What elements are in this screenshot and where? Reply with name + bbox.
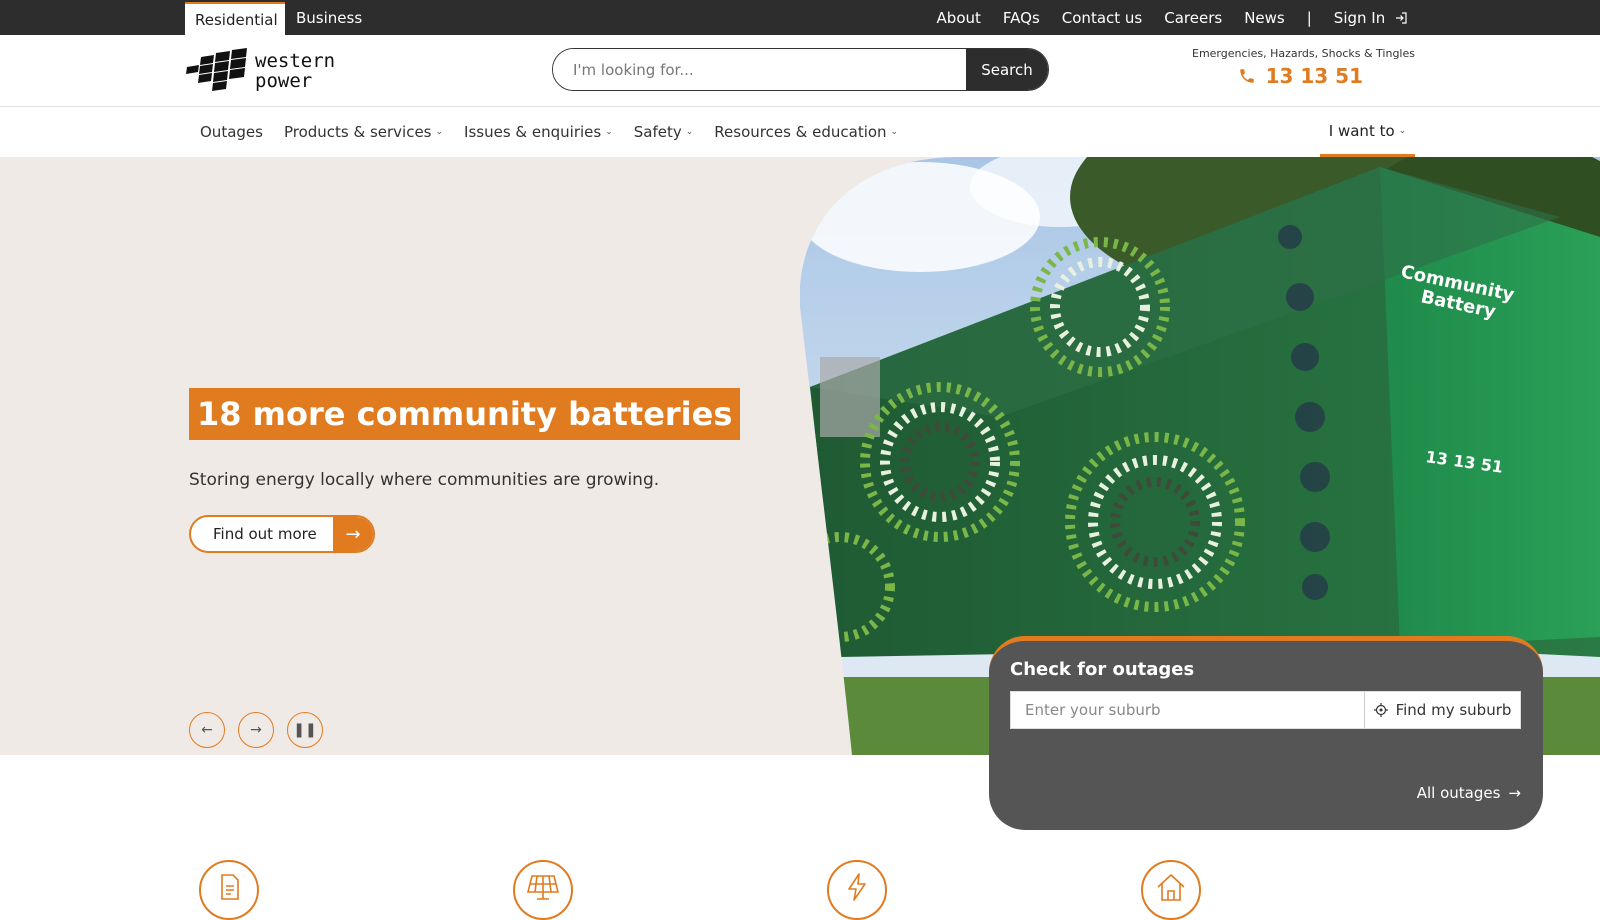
document-icon — [221, 874, 239, 900]
emergency-contact: Emergencies, Hazards, Shocks & Tingles 1… — [1192, 47, 1415, 88]
outage-checker: Check for outages Find my suburb All out… — [989, 636, 1543, 830]
phone-icon — [1239, 69, 1254, 83]
logo-text-top: western — [255, 50, 335, 72]
nav-item-products[interactable]: Products & services ⌄ — [284, 123, 443, 141]
arrow-right-icon: → — [333, 517, 373, 551]
solar-panel-icon — [526, 875, 560, 900]
chevron-down-icon: ⌄ — [890, 127, 899, 137]
nav-item-issues[interactable]: Issues & enquiries ⌄ — [464, 123, 613, 141]
nav-items: Outages Products & services ⌄ Issues & e… — [200, 107, 898, 157]
outage-title: Check for outages — [1010, 659, 1195, 680]
news-link[interactable]: News — [1244, 9, 1285, 27]
i-want-to-menu[interactable]: I want to ⌄ — [1320, 107, 1415, 157]
signin-label: Sign In — [1333, 8, 1386, 27]
nav-item-label: Outages — [200, 123, 263, 141]
logo-text-bottom: power — [255, 70, 312, 92]
search-button[interactable]: Search — [966, 49, 1048, 90]
chevron-down-icon: ⌄ — [685, 127, 694, 137]
site-search: Search — [552, 48, 1049, 91]
find-my-suburb-button[interactable]: Find my suburb — [1364, 692, 1520, 728]
carousel-next-button[interactable]: → — [238, 712, 274, 748]
location-target-icon — [1373, 703, 1388, 717]
faqs-link[interactable]: FAQs — [1003, 9, 1040, 27]
main-nav: Outages Products & services ⌄ Issues & e… — [0, 107, 1600, 157]
search-input[interactable] — [553, 49, 966, 90]
arrow-left-icon: ← — [201, 722, 213, 738]
tab-business[interactable]: Business — [286, 2, 372, 35]
find-my-suburb-label: Find my suburb — [1395, 701, 1512, 719]
careers-link[interactable]: Careers — [1164, 9, 1222, 27]
carousel-controls: ← → ❚❚ — [189, 712, 323, 748]
chevron-down-icon: ⌄ — [435, 127, 444, 137]
utility-bar: Residential Business About FAQs Contact … — [0, 0, 1600, 35]
arrow-right-icon: → — [1508, 784, 1521, 802]
tab-residential[interactable]: Residential — [185, 2, 285, 35]
sign-in-icon — [1396, 11, 1407, 24]
all-outages-link[interactable]: All outages → — [1417, 784, 1521, 802]
all-outages-label: All outages — [1416, 784, 1501, 802]
find-out-more-button[interactable]: Find out more → — [189, 515, 375, 553]
house-icon — [1157, 873, 1185, 901]
nav-item-safety[interactable]: Safety ⌄ — [634, 123, 694, 141]
logo-mark-icon: western power — [186, 48, 335, 92]
quick-link-home[interactable] — [1141, 860, 1201, 920]
pause-icon: ❚❚ — [293, 722, 317, 738]
suburb-input[interactable] — [1011, 692, 1364, 728]
arrow-right-icon: → — [250, 722, 262, 738]
utility-links: About FAQs Contact us Careers News | Sig… — [937, 0, 1407, 35]
carousel-prev-button[interactable]: ← — [189, 712, 225, 748]
emergency-phone[interactable]: 13 13 51 — [1192, 64, 1363, 88]
cta-label: Find out more — [213, 525, 317, 543]
contact-link[interactable]: Contact us — [1062, 9, 1142, 27]
phone-number: 13 13 51 — [1265, 64, 1363, 88]
emergency-label: Emergencies, Hazards, Shocks & Tingles — [1192, 47, 1415, 60]
link-separator: | — [1306, 8, 1312, 27]
nav-item-label: Safety — [633, 123, 682, 141]
hero-title: 18 more community batteries — [189, 388, 741, 440]
signin-link[interactable]: Sign In — [1334, 9, 1407, 27]
nav-item-label: Resources & education — [714, 123, 887, 141]
nav-item-outages[interactable]: Outages — [200, 123, 263, 141]
quick-link-power[interactable] — [827, 860, 887, 920]
about-link[interactable]: About — [937, 9, 981, 27]
chevron-down-icon: ⌄ — [1398, 125, 1407, 136]
lightning-icon — [848, 873, 866, 901]
quick-link-bill[interactable] — [199, 860, 259, 920]
nav-item-resources[interactable]: Resources & education ⌄ — [714, 123, 898, 141]
western-power-logo[interactable]: western power — [185, 45, 335, 95]
nav-item-label: Issues & enquiries — [464, 123, 602, 141]
site-header: western power Search Emergencies, Hazard… — [0, 35, 1600, 107]
i-want-to-label: I want to — [1328, 121, 1395, 140]
quick-links — [0, 860, 1600, 920]
nav-item-label: Products & services — [283, 123, 432, 141]
chevron-down-icon: ⌄ — [605, 127, 613, 137]
quick-link-solar[interactable] — [513, 860, 573, 920]
carousel-pause-button[interactable]: ❚❚ — [287, 712, 323, 748]
outage-form: Find my suburb — [1010, 691, 1521, 729]
hero-subtitle: Storing energy locally where communities… — [189, 470, 660, 490]
